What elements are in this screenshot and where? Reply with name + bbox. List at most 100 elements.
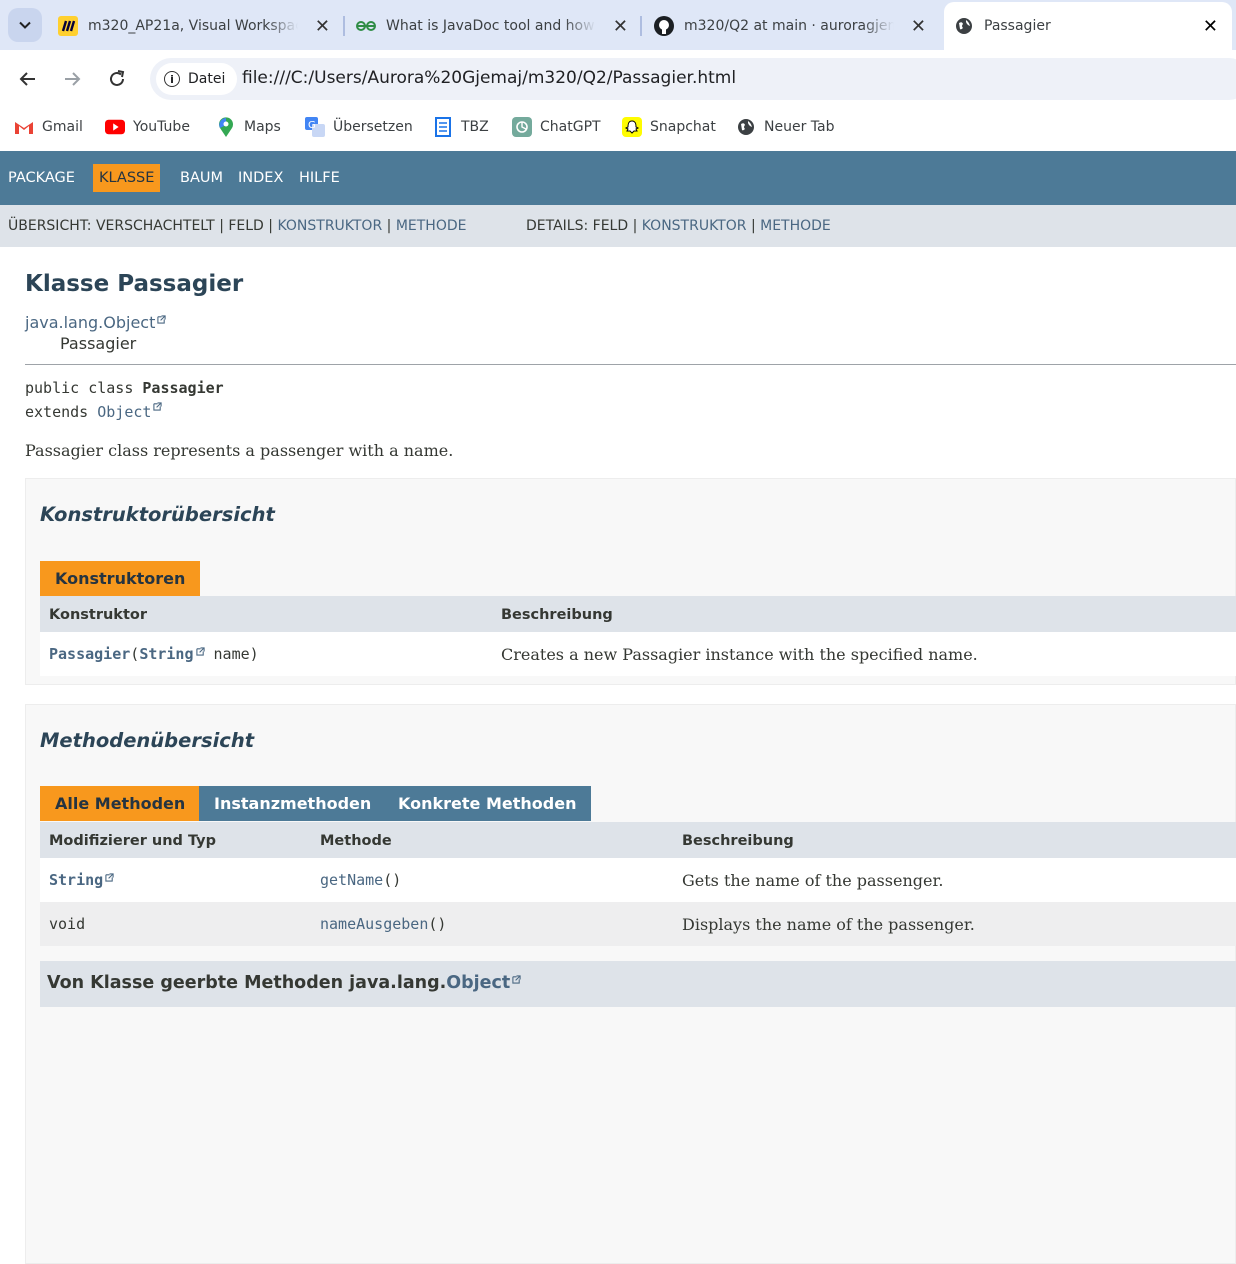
column-header: Modifizierer und Typ — [49, 833, 216, 849]
inherited-class-link[interactable]: Object — [446, 973, 510, 993]
address-bar[interactable]: i Datei file:///C:/Users/Aurora%20Gjemaj… — [150, 58, 1236, 100]
return-type: void — [49, 915, 86, 933]
nav-tree[interactable]: BAUM — [180, 164, 223, 192]
separator: | — [268, 218, 274, 234]
detail-field: FELD — [592, 218, 629, 234]
separator: | — [386, 218, 392, 234]
method-parens: () — [383, 871, 402, 889]
table-row: Passagier(String name) Creates a new Pas… — [40, 632, 1236, 676]
summary-nested: VERSCHACHTELT — [95, 218, 215, 234]
method-parens: () — [428, 915, 447, 933]
detail-label: DETAILS: — [526, 218, 589, 234]
reload-icon — [110, 70, 125, 86]
nav-package[interactable]: PACKAGE — [8, 164, 75, 192]
inheritance-root-link[interactable]: java.lang.Object — [25, 313, 166, 332]
method-signature: getName() — [320, 871, 401, 889]
bookmark-label: Gmail — [42, 119, 83, 135]
class-signature: public class Passagier extends Object — [25, 376, 224, 424]
bookmark-maps[interactable]: Maps — [216, 117, 281, 137]
toolbar: i Datei file:///C:/Users/Aurora%20Gjemaj… — [0, 50, 1236, 108]
forward-button[interactable] — [57, 64, 87, 94]
param-name: name) — [204, 645, 259, 663]
method-link[interactable]: getName — [320, 871, 383, 889]
close-icon[interactable]: ✕ — [315, 16, 330, 37]
signature-modifiers: public class — [25, 379, 143, 397]
detail-links: DETAILS: FELD | KONSTRUKTOR | METHODE — [526, 218, 831, 234]
javadoc-top-nav: PACKAGE KLASSE BAUM INDEX HILFE — [0, 151, 1236, 205]
return-type-link[interactable]: String — [49, 871, 103, 889]
superclass-link[interactable]: Object — [97, 403, 151, 421]
bookmark-label: Maps — [244, 119, 281, 135]
tab-instance-methods[interactable]: Instanzmethoden — [199, 786, 387, 821]
summary-constructor-link[interactable]: KONSTRUKTOR — [277, 218, 382, 234]
summary-links: ÜBERSICHT: VERSCHACHTELT | FELD | KONSTR… — [8, 218, 466, 234]
column-header: Methode — [320, 833, 392, 849]
close-icon[interactable]: ✕ — [1203, 16, 1218, 37]
separator: | — [750, 218, 756, 234]
nav-index[interactable]: INDEX — [238, 164, 283, 192]
bookmark-youtube[interactable]: YouTube — [105, 117, 190, 137]
bookmark-new-tab[interactable]: Neuer Tab — [736, 117, 834, 137]
tab-all-methods[interactable]: Alle Methoden — [40, 786, 201, 821]
translate-icon: G — [305, 117, 325, 137]
tab-title: Passagier — [984, 18, 1051, 34]
detail-method-link[interactable]: METHODE — [760, 218, 831, 234]
miro-icon — [58, 16, 78, 36]
arrow-right-icon — [65, 72, 81, 86]
method-link[interactable]: nameAusgeben — [320, 915, 428, 933]
inherited-prefix: Von Klasse geerbte Methoden java.lang. — [47, 973, 447, 993]
signature-class-name: Passagier — [142, 379, 224, 397]
inheritance-root-label: java.lang.Object — [25, 313, 156, 332]
bookmark-gmail[interactable]: Gmail — [14, 117, 83, 137]
github-icon — [654, 16, 674, 36]
nav-help[interactable]: HILFE — [299, 164, 340, 192]
tab-javadoc[interactable]: What is JavaDoc tool and how to use it ✕ — [356, 6, 638, 46]
tab-search-button[interactable] — [8, 8, 42, 42]
paren-open: ( — [130, 645, 140, 663]
back-button[interactable] — [13, 64, 43, 94]
globe-icon — [954, 16, 974, 36]
bookmark-snapchat[interactable]: Snapchat — [622, 117, 716, 137]
tab-strip: m320_AP21a, Visual Workspace ✕ What is J… — [0, 0, 1236, 50]
chatgpt-icon — [512, 117, 532, 137]
bookmark-tbz[interactable]: TBZ — [433, 117, 489, 137]
maps-icon — [216, 117, 236, 137]
column-header: Beschreibung — [501, 607, 613, 623]
site-info-chip[interactable]: i Datei — [156, 63, 238, 95]
table-row: void nameAusgeben() Displays the name of… — [40, 902, 1236, 946]
method-signature: nameAusgeben() — [320, 915, 446, 933]
arrow-left-icon — [19, 72, 35, 86]
security-chip-label: Datei — [188, 71, 226, 87]
tab-concrete-methods[interactable]: Konkrete Methoden — [383, 786, 592, 821]
detail-constructor-link[interactable]: KONSTRUKTOR — [642, 218, 747, 234]
constructor-link[interactable]: Passagier — [49, 645, 130, 663]
constructor-table-header: Konstruktor Beschreibung — [40, 596, 1236, 632]
divider — [25, 364, 1236, 365]
tab-github[interactable]: m320/Q2 at main · auroragjemaj/m320 ✕ — [654, 6, 936, 46]
bookmark-translate[interactable]: G Übersetzen — [305, 117, 413, 137]
bookmark-chatgpt[interactable]: ChatGPT — [512, 117, 601, 137]
close-icon[interactable]: ✕ — [911, 16, 926, 37]
tab-title: m320/Q2 at main · auroragjemaj/m320 — [684, 18, 894, 34]
tab-separator — [343, 16, 345, 36]
inherited-methods-title: Von Klasse geerbte Methoden java.lang.Ob… — [47, 973, 521, 993]
param-type-link[interactable]: String — [139, 645, 193, 663]
tab-title: m320_AP21a, Visual Workspace — [88, 18, 298, 34]
url-text[interactable]: file:///C:/Users/Aurora%20Gjemaj/m320/Q2… — [242, 68, 736, 88]
tab-passagier[interactable]: Passagier ✕ — [944, 2, 1232, 50]
class-description: Passagier class represents a passenger w… — [25, 441, 454, 460]
close-icon[interactable]: ✕ — [613, 16, 628, 37]
summary-label: ÜBERSICHT: — [8, 218, 92, 234]
nav-class[interactable]: KLASSE — [93, 164, 161, 192]
method-description: Gets the name of the passenger. — [682, 871, 944, 890]
document-icon — [433, 117, 453, 137]
summary-method-link[interactable]: METHODE — [396, 218, 467, 234]
tab-miro[interactable]: m320_AP21a, Visual Workspace ✕ — [58, 6, 340, 46]
bookmark-label: Snapchat — [650, 119, 716, 135]
signature-extends: extends — [25, 403, 98, 421]
method-summary-heading: Methodenübersicht — [40, 729, 255, 752]
constructor-summary-heading: Konstruktorübersicht — [40, 503, 275, 526]
reload-button[interactable] — [102, 64, 132, 94]
info-icon: i — [164, 71, 180, 87]
javadoc-sub-nav: ÜBERSICHT: VERSCHACHTELT | FELD | KONSTR… — [0, 205, 1236, 247]
